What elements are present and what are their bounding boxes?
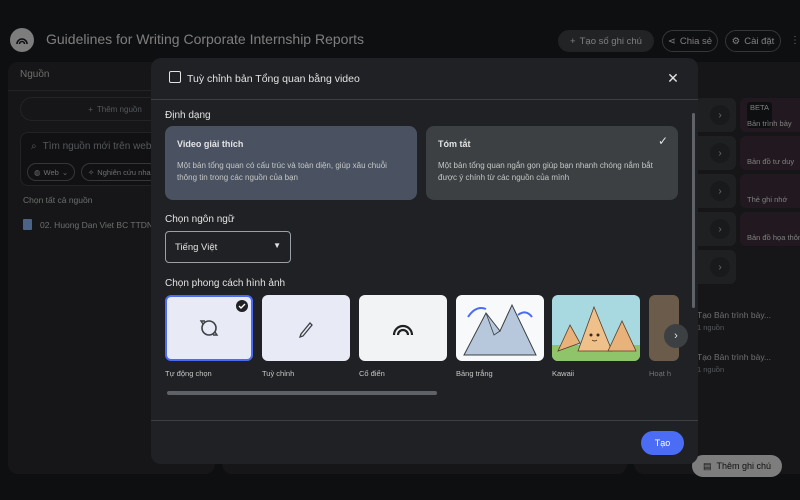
- style-option-label: Hoạt h: [649, 369, 672, 378]
- style-option-whiteboard[interactable]: [456, 295, 544, 361]
- divider: [151, 420, 698, 421]
- style-option-label: Tuỳ chỉnh: [262, 369, 295, 378]
- chevron-right-icon[interactable]: ›: [664, 324, 688, 348]
- style-option-label: Tự động chọn: [165, 369, 212, 378]
- format-option-explainer[interactable]: Video giải thích Một bản tổng quan có cấ…: [165, 126, 417, 200]
- style-option-label: Bảng trắng: [456, 369, 493, 378]
- style-option-kawaii[interactable]: [552, 295, 640, 361]
- language-select[interactable]: Tiếng Việt ▼: [165, 231, 291, 263]
- style-option-custom[interactable]: [262, 295, 350, 361]
- format-option-brief[interactable]: Tóm tắt Một bản tổng quan ngắn gọn giúp …: [426, 126, 678, 200]
- format-option-title: Video giải thích: [177, 139, 244, 149]
- video-overview-dialog: Tuỳ chỉnh bản Tổng quan bằng video ✕ Địn…: [151, 58, 698, 464]
- style-option-label: Cổ điển: [359, 369, 385, 378]
- horizontal-scrollbar[interactable]: [167, 391, 437, 395]
- create-button[interactable]: Tạo: [641, 431, 684, 455]
- dialog-header: Tuỳ chỉnh bản Tổng quan bằng video ✕: [151, 58, 698, 100]
- language-section-label: Chọn ngôn ngữ: [165, 214, 235, 225]
- format-option-description: Một bản tổng quan ngắn gọn giúp bạn nhan…: [438, 161, 653, 182]
- style-option-label: Kawaii: [552, 369, 575, 378]
- vertical-scrollbar[interactable]: [692, 113, 695, 308]
- format-section-label: Định dạng: [165, 110, 211, 121]
- language-value: Tiếng Việt: [175, 242, 218, 253]
- close-icon[interactable]: ✕: [664, 69, 682, 87]
- format-option-description: Một bản tổng quan có cấu trúc và toàn di…: [177, 161, 387, 182]
- style-section-label: Chọn phong cách hình ảnh: [165, 278, 286, 289]
- dropdown-caret-icon: ▼: [273, 241, 281, 250]
- dialog-title: Tuỳ chỉnh bản Tổng quan bằng video: [187, 73, 360, 85]
- format-option-title: Tóm tắt: [438, 139, 471, 149]
- style-option-classic[interactable]: [359, 295, 447, 361]
- check-icon: ✓: [657, 134, 668, 148]
- style-option-auto[interactable]: [165, 295, 253, 361]
- video-icon: [169, 71, 181, 83]
